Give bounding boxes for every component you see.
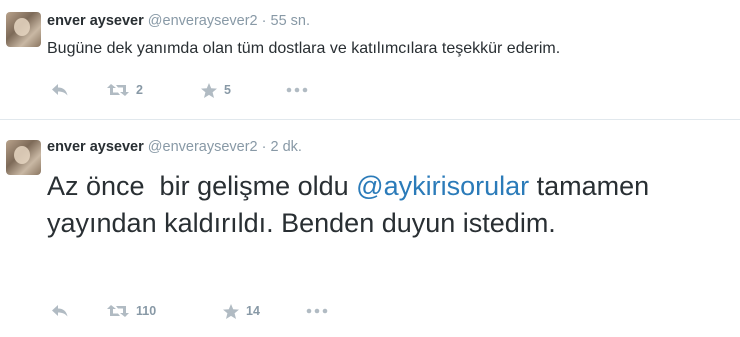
tweet-header: enver aysever @enveraysever2 · 2 dk. (47, 138, 302, 156)
favorite-button[interactable]: 5 (200, 80, 231, 100)
reply-button[interactable] (50, 301, 70, 321)
separator-dot: · (261, 139, 267, 155)
favorite-count: 14 (246, 304, 260, 318)
more-icon (306, 308, 328, 314)
separator-dot: · (261, 13, 267, 29)
avatar[interactable] (6, 140, 41, 175)
avatar[interactable] (6, 12, 41, 47)
tweet-text: Bugüne dek yanımda olan tüm dostlara ve … (47, 40, 561, 57)
more-button[interactable] (306, 301, 328, 321)
more-button[interactable] (286, 80, 308, 100)
user-handle[interactable]: @enveraysever2 (148, 139, 258, 155)
tweet-header: enver aysever @enveraysever2 · 55 sn. (47, 12, 310, 30)
favorite-count: 5 (224, 83, 231, 97)
timestamp[interactable]: 55 sn. (271, 13, 311, 29)
mention-link[interactable]: @aykirisorular (356, 171, 529, 201)
reply-icon (50, 303, 70, 319)
display-name[interactable]: enver aysever (47, 139, 144, 155)
retweet-count: 110 (136, 304, 157, 318)
more-icon (286, 87, 308, 93)
user-handle[interactable]: @enveraysever2 (148, 13, 258, 29)
reply-icon (50, 82, 70, 98)
star-icon (222, 303, 240, 320)
retweet-button[interactable]: 110 (106, 301, 156, 321)
timestamp[interactable]: 2 dk. (271, 139, 302, 155)
star-icon (200, 82, 218, 99)
favorite-button[interactable]: 14 (222, 301, 260, 321)
reply-button[interactable] (50, 80, 70, 100)
tweet-text-part: Az önce bir gelişme oldu (47, 171, 357, 201)
retweet-button[interactable]: 2 (106, 80, 143, 100)
tweet-1[interactable]: enver aysever @enveraysever2 · 55 sn. Bu… (0, 0, 740, 119)
retweet-icon (106, 303, 130, 319)
tweet-text: Az önce bir gelişme oldu @aykirisorular … (47, 168, 727, 242)
retweet-count: 2 (136, 83, 143, 97)
retweet-icon (106, 82, 130, 98)
display-name[interactable]: enver aysever (47, 13, 144, 29)
